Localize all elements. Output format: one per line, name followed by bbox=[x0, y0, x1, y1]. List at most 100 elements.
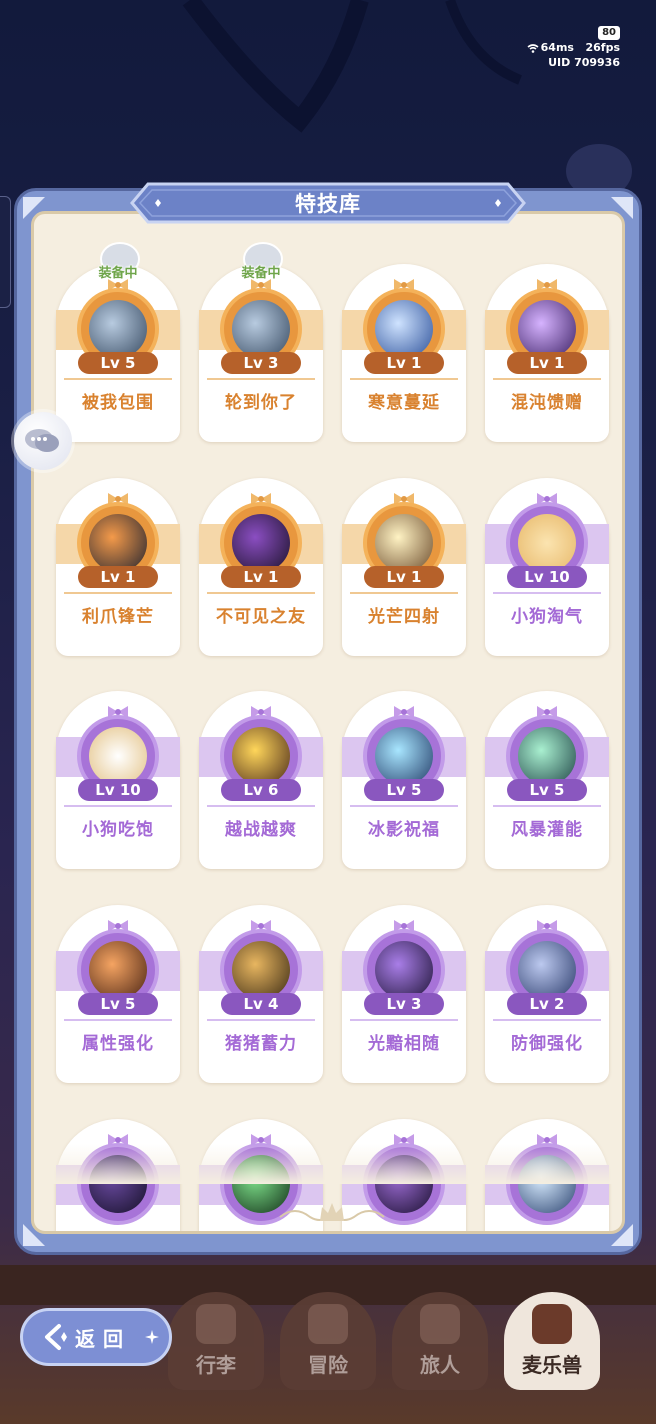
skill-level-badge: Lv 1 bbox=[221, 566, 301, 588]
skill-level-badge: Lv 6 bbox=[221, 779, 301, 801]
puppy-face-icon bbox=[518, 514, 576, 572]
equipped-label: 装备中 bbox=[241, 266, 281, 281]
equipped-label: 装备中 bbox=[98, 266, 138, 281]
skill-name: 光芒四射 bbox=[368, 607, 440, 627]
tab-mailebeast[interactable]: 麦乐兽 bbox=[504, 1292, 600, 1390]
card-divider bbox=[350, 592, 458, 594]
skill-name: 风暴灌能 bbox=[511, 820, 583, 840]
fps-text: 26fps bbox=[585, 41, 620, 54]
tab-label: 行李 bbox=[196, 1353, 236, 1377]
skill-level-badge: Lv 1 bbox=[507, 352, 587, 374]
skill-card[interactable]: Lv 1 不可见之友 bbox=[199, 478, 323, 656]
skill-card[interactable]: Lv 3 轮到你了 装备中 bbox=[199, 242, 323, 442]
dark-fox-icon bbox=[89, 514, 147, 572]
card-divider bbox=[207, 805, 315, 807]
skill-card[interactable]: Lv 2 防御强化 bbox=[485, 905, 609, 1083]
skill-card[interactable]: Lv 5 被我包围 装备中 bbox=[56, 242, 180, 442]
skill-card[interactable]: Lv 1 混沌馈赠 bbox=[485, 264, 609, 442]
status-hud: 80 64ms 26fps UID 709936 bbox=[527, 24, 620, 70]
tab-luggage[interactable]: 行李 bbox=[168, 1292, 264, 1390]
skill-level-badge: Lv 5 bbox=[78, 993, 158, 1015]
storm-beast-icon bbox=[518, 727, 576, 785]
side-drawer-tab[interactable] bbox=[0, 196, 11, 308]
character-icon bbox=[420, 1304, 460, 1344]
fire-blob-icon bbox=[232, 727, 290, 785]
card-divider bbox=[493, 378, 601, 380]
tab-adventure[interactable]: 冒险 bbox=[280, 1292, 376, 1390]
skill-card[interactable]: Lv 5 冰影祝福 bbox=[342, 691, 466, 869]
panel-title-banner: 特技库 bbox=[128, 180, 528, 226]
tab-traveler[interactable]: 旅人 bbox=[392, 1292, 488, 1390]
skill-name: 不可见之友 bbox=[216, 607, 306, 627]
card-divider bbox=[64, 1019, 172, 1021]
skill-card[interactable]: Lv 10 小狗淘气 bbox=[485, 478, 609, 656]
skill-level-badge: Lv 5 bbox=[78, 352, 158, 374]
chest-icon bbox=[196, 1304, 236, 1344]
skill-card[interactable]: Lv 3 光黯相随 bbox=[342, 905, 466, 1083]
ping-text: 64ms bbox=[540, 41, 574, 54]
skill-name: 属性强化 bbox=[82, 1034, 154, 1054]
white-puppy-icon bbox=[89, 727, 147, 785]
uid-text: UID 709936 bbox=[548, 56, 620, 69]
crown-ornament-icon bbox=[279, 1203, 385, 1221]
card-divider bbox=[493, 1019, 601, 1021]
equipped-marker: 装备中 bbox=[229, 242, 293, 286]
skill-card[interactable]: Lv 6 越战越爽 bbox=[199, 691, 323, 869]
chat-bubble-icon bbox=[25, 429, 59, 452]
tab-label: 冒险 bbox=[308, 1353, 348, 1377]
card-divider bbox=[64, 378, 172, 380]
skill-level-badge: Lv 1 bbox=[364, 352, 444, 374]
crossed-swords-icon bbox=[308, 1304, 348, 1344]
wolf-icon bbox=[89, 300, 147, 358]
armor-whale-icon bbox=[518, 941, 576, 999]
skill-card[interactable]: Lv 5 风暴灌能 bbox=[485, 691, 609, 869]
fox-icon bbox=[532, 1304, 572, 1344]
card-divider bbox=[350, 1019, 458, 1021]
card-divider bbox=[207, 378, 315, 380]
card-divider bbox=[493, 805, 601, 807]
battery-indicator: 80 bbox=[598, 26, 620, 40]
skill-level-badge: Lv 10 bbox=[507, 566, 587, 588]
skill-name: 防御强化 bbox=[511, 1034, 583, 1054]
skill-name: 混沌馈赠 bbox=[511, 393, 583, 413]
equipped-marker: 装备中 bbox=[86, 242, 150, 286]
skill-level-badge: Lv 5 bbox=[507, 779, 587, 801]
skill-list-area[interactable]: Lv 5 被我包围 装备中 Lv 3 轮到你了 装备中 Lv 1 寒意蔓延 Lv 1 混沌馈赠 Lv… bbox=[31, 211, 625, 1234]
skill-name: 利爪锋芒 bbox=[82, 607, 154, 627]
wifi-icon bbox=[527, 43, 539, 53]
wolf-icon bbox=[232, 300, 290, 358]
skill-name: 猪猪蓄力 bbox=[225, 1034, 297, 1054]
sparkle-icon bbox=[145, 1330, 159, 1344]
shadow-blob-icon bbox=[375, 941, 433, 999]
skill-card[interactable]: Lv 1 寒意蔓延 bbox=[342, 264, 466, 442]
card-divider bbox=[64, 805, 172, 807]
skill-card[interactable]: Lv 10 小狗吃饱 bbox=[56, 691, 180, 869]
card-divider bbox=[350, 805, 458, 807]
skill-card[interactable]: Lv 1 光芒四射 bbox=[342, 478, 466, 656]
page-title: 特技库 bbox=[295, 192, 361, 216]
skill-level-badge: Lv 1 bbox=[78, 566, 158, 588]
skill-level-badge: Lv 3 bbox=[221, 352, 301, 374]
skill-card[interactable]: Lv 1 利爪锋芒 bbox=[56, 478, 180, 656]
back-arrow-icon bbox=[45, 1324, 67, 1350]
purple-cat-icon bbox=[518, 300, 576, 358]
card-divider bbox=[207, 1019, 315, 1021]
skill-card[interactable]: Lv 5 属性强化 bbox=[56, 905, 180, 1083]
fire-cat-icon bbox=[89, 941, 147, 999]
skill-level-badge: Lv 1 bbox=[364, 566, 444, 588]
chat-button[interactable] bbox=[14, 412, 72, 470]
skill-level-badge: Lv 3 bbox=[364, 993, 444, 1015]
tab-label: 麦乐兽 bbox=[522, 1353, 582, 1377]
skill-card[interactable]: Lv 4 猪猪蓄力 bbox=[199, 905, 323, 1083]
card-divider bbox=[493, 592, 601, 594]
skill-level-badge: Lv 10 bbox=[78, 779, 158, 801]
card-divider bbox=[207, 592, 315, 594]
skill-name: 越战越爽 bbox=[225, 820, 297, 840]
skill-name: 被我包围 bbox=[82, 393, 154, 413]
back-button[interactable]: 返回 bbox=[20, 1308, 172, 1366]
skill-level-badge: Lv 4 bbox=[221, 993, 301, 1015]
skill-level-badge: Lv 2 bbox=[507, 993, 587, 1015]
skill-name: 轮到你了 bbox=[225, 393, 297, 413]
skill-name: 小狗淘气 bbox=[511, 607, 583, 627]
card-divider bbox=[350, 378, 458, 380]
